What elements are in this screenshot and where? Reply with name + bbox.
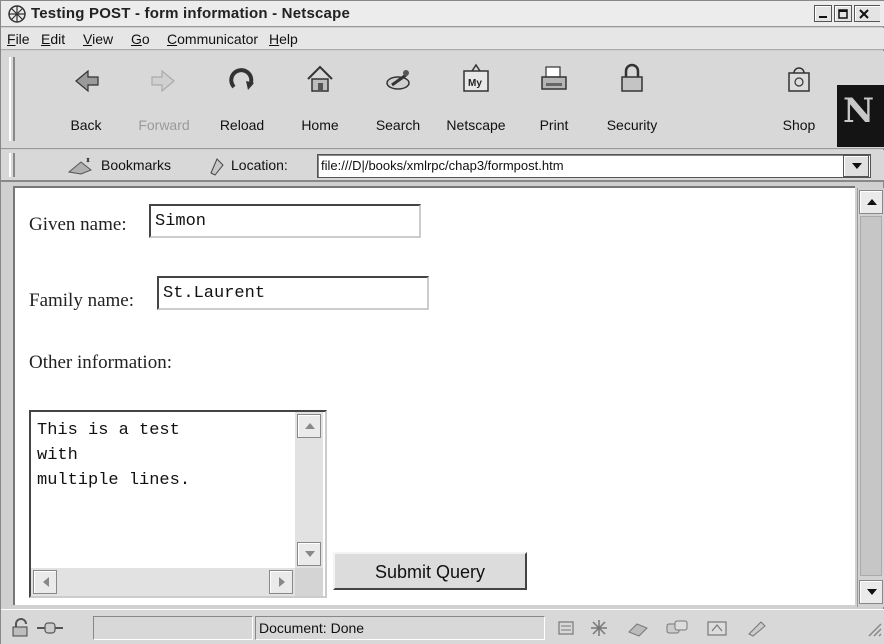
reload-button[interactable]: Reload — [203, 59, 281, 141]
netscape-button[interactable]: My Netscape — [437, 59, 515, 141]
maximize-icon — [838, 9, 848, 19]
location-url-input[interactable]: file:///D|/books/xmlrpc/chap3/formpost.h… — [317, 154, 871, 178]
location-page-icon[interactable] — [207, 155, 227, 177]
arrow-left-icon — [43, 577, 49, 587]
menu-go[interactable]: Go — [131, 31, 150, 47]
menu-edit[interactable]: Edit — [41, 31, 65, 47]
arrow-up-icon — [305, 423, 315, 429]
progress-bar — [93, 616, 253, 640]
page-content: Given name: Simon Family name: St.Lauren… — [13, 186, 855, 605]
security-button[interactable]: Security — [593, 59, 671, 141]
title-bar: Testing POST - form information - Netsca… — [1, 1, 884, 27]
discussions-icon[interactable] — [665, 618, 689, 638]
arrow-down-icon — [305, 551, 315, 557]
textarea-scroll-down-button[interactable] — [297, 542, 321, 566]
bookmarks-icon[interactable] — [67, 156, 95, 176]
family-name-input[interactable]: St.Laurent — [157, 276, 429, 310]
edit-pen-icon[interactable] — [745, 618, 769, 638]
window-title: Testing POST - form information - Netsca… — [31, 5, 350, 22]
resize-grip-icon[interactable] — [861, 618, 884, 638]
textarea-scroll-corner — [295, 568, 323, 596]
forward-arrow-icon — [151, 69, 175, 93]
page-vertical-scrollbar[interactable] — [857, 188, 884, 607]
mail-icon[interactable] — [627, 618, 651, 638]
textarea-scroll-left-button[interactable] — [33, 570, 57, 594]
netscape-icon: My — [463, 63, 489, 92]
toolbar-grip[interactable] — [9, 57, 15, 141]
status-text: Document: Done — [259, 620, 365, 636]
location-dropdown-button[interactable] — [843, 155, 869, 177]
print-button[interactable]: Print — [515, 59, 593, 141]
status-bar: Document: Done — [1, 609, 884, 644]
minimize-button[interactable] — [814, 5, 832, 22]
home-button[interactable]: Home — [281, 59, 359, 141]
textarea-scroll-right-button[interactable] — [269, 570, 293, 594]
menu-file[interactable]: File — [7, 31, 30, 47]
chevron-down-icon — [852, 163, 862, 169]
close-button[interactable] — [854, 5, 880, 22]
arrow-down-icon — [867, 589, 877, 595]
svg-text:My: My — [468, 78, 482, 89]
other-information-label: Other information: — [29, 352, 172, 373]
family-name-label: Family name: — [29, 290, 135, 311]
textarea-vertical-scrollbar[interactable] — [295, 412, 323, 568]
given-name-input[interactable]: Simon — [149, 204, 421, 238]
search-button[interactable]: Search — [359, 59, 437, 141]
other-information-textarea[interactable]: This is a test with multiple lines. — [29, 410, 327, 598]
locationbar-grip[interactable] — [9, 153, 15, 177]
search-icon — [386, 70, 410, 90]
browser-window: Testing POST - form information - Netsca… — [0, 0, 884, 644]
minimize-icon — [819, 16, 827, 18]
netscape-app-icon — [8, 5, 26, 23]
home-icon — [307, 65, 333, 92]
arrow-right-icon — [279, 577, 285, 587]
shop-button[interactable]: Shop — [759, 59, 839, 141]
security-icon — [621, 63, 643, 92]
textarea-content: This is a test with multiple lines. — [37, 421, 191, 490]
netscape-throbber-logo[interactable]: N — [837, 85, 884, 147]
page-scroll-thumb[interactable] — [860, 216, 882, 576]
security-lock-icon[interactable] — [9, 618, 33, 638]
shop-icon — [788, 67, 810, 92]
submit-query-button[interactable]: Submit Query — [333, 552, 527, 590]
bookmarks-menu[interactable]: Bookmarks — [101, 157, 171, 173]
page-scroll-up-button[interactable] — [859, 190, 883, 214]
composer-icon[interactable] — [705, 618, 729, 638]
location-bar: Bookmarks Location: file:///D|/books/xml… — [1, 150, 884, 182]
maximize-button[interactable] — [834, 5, 852, 22]
menu-help[interactable]: Help — [269, 31, 298, 47]
close-icon — [859, 9, 869, 19]
back-button[interactable]: Back — [47, 59, 125, 141]
connection-status-icon — [37, 622, 63, 634]
reload-icon — [229, 68, 254, 90]
component-bar-handle-icon[interactable] — [555, 618, 579, 638]
menu-communicator[interactable]: Communicator — [167, 31, 258, 47]
page-scroll-down-button[interactable] — [859, 580, 883, 604]
forward-button[interactable]: Forward — [125, 59, 203, 141]
textarea-scroll-up-button[interactable] — [297, 414, 321, 438]
navigator-icon[interactable] — [587, 618, 611, 638]
location-label: Location: — [231, 157, 288, 173]
menu-view[interactable]: View — [83, 31, 113, 47]
menu-bar: File Edit View Go Communicator Help — [1, 28, 884, 50]
textarea-horizontal-scrollbar[interactable] — [31, 568, 295, 596]
given-name-label: Given name: — [29, 214, 127, 235]
print-icon — [541, 66, 567, 90]
navigation-toolbar: Back Forward Reload Home Search My Netsc… — [1, 51, 884, 149]
arrow-up-icon — [867, 199, 877, 205]
back-arrow-icon — [75, 69, 99, 93]
